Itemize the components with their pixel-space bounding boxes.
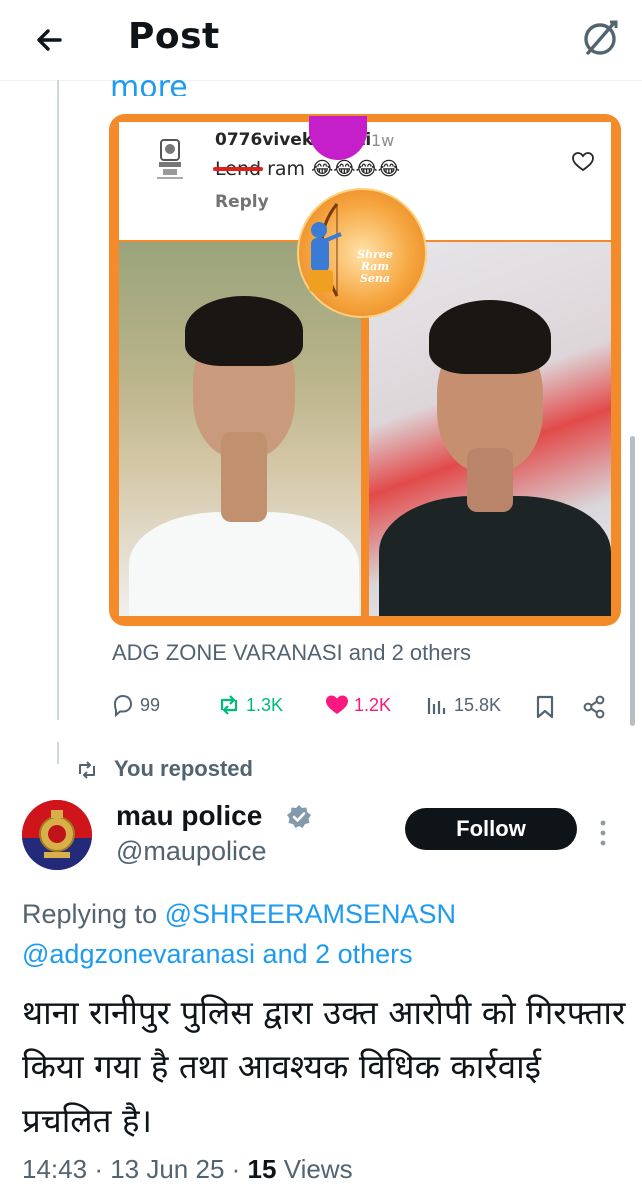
- you-reposted-label: You reposted: [114, 756, 253, 781]
- views-action[interactable]: 15.8K: [424, 692, 501, 718]
- more-options-icon[interactable]: [598, 818, 608, 848]
- comment-time: 1w: [371, 131, 395, 150]
- show-more-link[interactable]: more: [110, 68, 188, 96]
- post-views-label: Views: [283, 1154, 353, 1184]
- comment-reply-label: Reply: [215, 192, 269, 212]
- repost-action[interactable]: 1.3K: [216, 692, 283, 718]
- display-name[interactable]: mau police: [116, 800, 262, 832]
- bookmark-icon[interactable]: [533, 694, 557, 720]
- follow-button[interactable]: Follow: [405, 808, 577, 850]
- comment-text-rest: ram 😂😂😂😂: [261, 158, 400, 180]
- repost-icon: [220, 695, 238, 715]
- grok-icon[interactable]: [576, 14, 624, 62]
- top-bar: [0, 0, 642, 81]
- mention-link-1[interactable]: @SHREERAMSENASN: [165, 899, 456, 929]
- logo-text: Shree Ram Sena: [357, 248, 393, 285]
- repost-small-icon: [79, 761, 95, 779]
- thread-line-lower: [57, 742, 59, 764]
- replying-prefix: Replying to: [22, 899, 165, 929]
- comment-text: Lend ram 😂😂😂😂: [215, 158, 400, 180]
- like-action[interactable]: 1.2K: [324, 692, 391, 718]
- redacted-word: Lend: [215, 158, 262, 180]
- repost-count: 1.3K: [246, 694, 284, 715]
- state-emblem-icon: [157, 139, 183, 179]
- mention-link-2[interactable]: @adgzonevaranasi and 2 others: [22, 939, 413, 969]
- back-arrow-icon[interactable]: [30, 20, 70, 60]
- analytics-icon: [427, 698, 446, 714]
- share-icon[interactable]: [581, 694, 607, 720]
- heart-filled-icon: [326, 695, 348, 714]
- verified-badge-icon: [287, 805, 311, 828]
- user-handle[interactable]: @maupolice: [116, 836, 266, 867]
- post-image[interactable]: 0776vivekbharti 1w Lend ram 😂😂😂😂 Reply S…: [109, 114, 621, 626]
- views-count: 15.8K: [454, 694, 502, 715]
- post-text: थाना रानीपुर पुलिस द्वारा उक्त आरोपी को …: [22, 993, 626, 1140]
- post-date: 13 Jun 25: [110, 1154, 225, 1184]
- police-emblem-icon: [22, 800, 92, 870]
- heart-outline-icon: [572, 152, 594, 172]
- page-title: Post: [128, 16, 220, 57]
- replying-to: Replying to @SHREERAMSENASN @adgzonevara…: [22, 894, 622, 974]
- reply-action[interactable]: 99: [110, 692, 160, 718]
- liked-by-text[interactable]: ADG ZONE VARANASI and 2 others: [112, 640, 471, 666]
- reply-icon: [113, 694, 133, 718]
- scrollbar[interactable]: [630, 436, 635, 726]
- thread-line: [57, 80, 59, 720]
- reply-count: 99: [140, 694, 161, 715]
- avatar[interactable]: [22, 800, 92, 870]
- post-meta: 14:43 · 13 Jun 25 · 15 Views: [22, 1154, 353, 1185]
- post-time: 14:43: [22, 1154, 88, 1184]
- like-count: 1.2K: [354, 694, 392, 715]
- post-views-count: 15: [247, 1154, 277, 1184]
- meta-separator: ·: [94, 1154, 111, 1184]
- meta-separator: ·: [231, 1154, 248, 1184]
